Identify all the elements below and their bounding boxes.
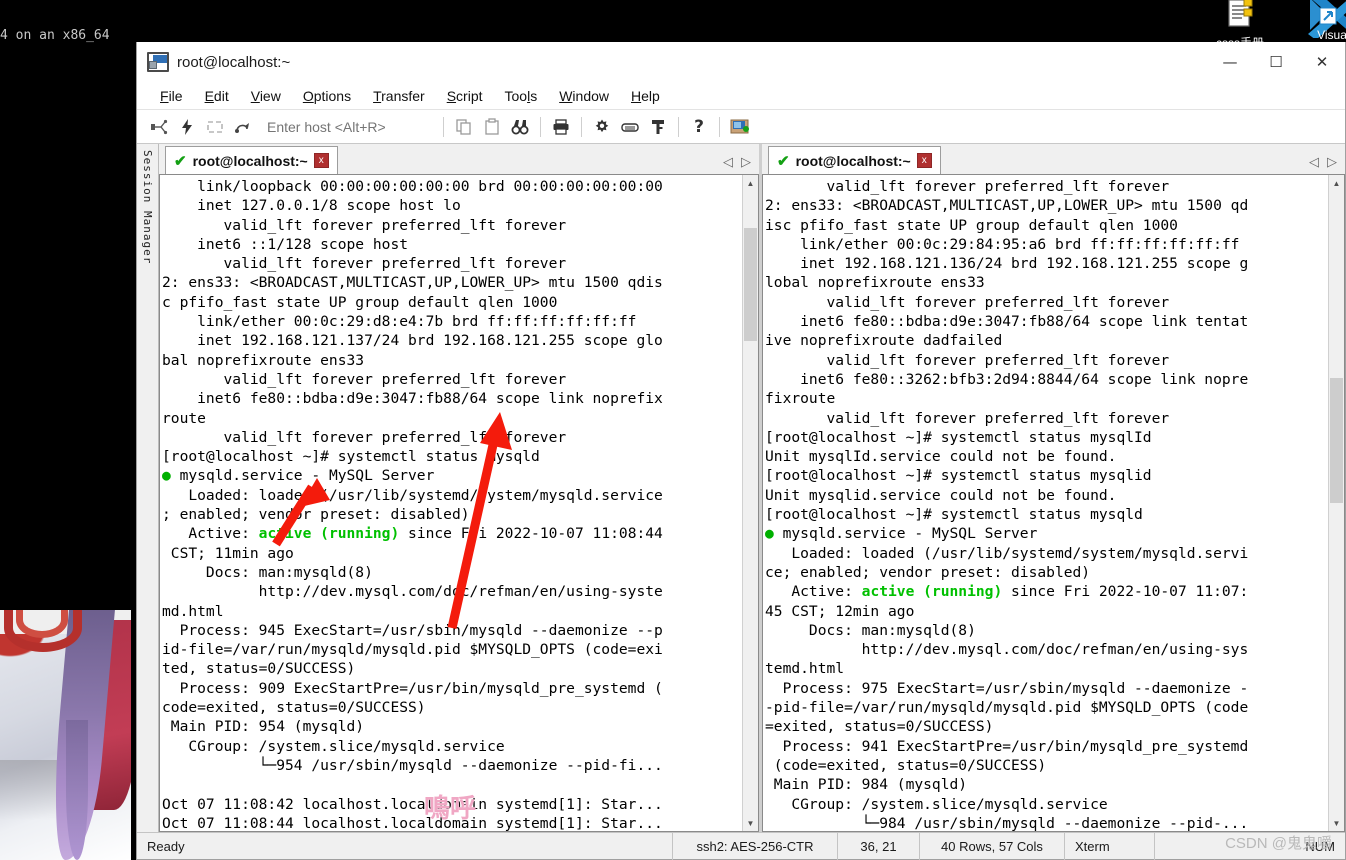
scroll-track[interactable] [743, 191, 758, 815]
minimize-button[interactable]: — [1207, 42, 1253, 82]
session-manager-rail[interactable]: Session Manager [137, 144, 159, 832]
menu-script[interactable]: Script [436, 85, 494, 107]
key-icon[interactable] [645, 114, 671, 140]
tab-label: root@localhost:~ [192, 152, 308, 169]
connect-icon[interactable] [146, 114, 172, 140]
tab-next-icon[interactable]: ▷ [741, 154, 751, 170]
close-button[interactable]: ✕ [1299, 42, 1345, 82]
terminal-wrap-right: valid_lft forever preferred_lft forever 2… [762, 174, 1345, 832]
menu-window[interactable]: Window [548, 85, 620, 107]
settings-icon[interactable] [589, 114, 615, 140]
menu-tools[interactable]: Tools [494, 85, 549, 107]
terminal-pane-right: ✔ root@localhost:~ x ◁ ▷ valid_lft forev… [759, 144, 1345, 832]
scroll-up-icon[interactable]: ▲ [743, 175, 758, 191]
session-options-icon[interactable] [727, 114, 753, 140]
menu-file[interactable]: FFileile [149, 85, 194, 107]
terminal-output-left[interactable]: link/loopback 00:00:00:00:00:00 brd 00:0… [160, 175, 742, 831]
menu-edit[interactable]: Edit [194, 85, 240, 107]
quick-connect-icon[interactable] [174, 114, 200, 140]
csdn-watermark: CSDN @鬼鬼嚼 [1225, 835, 1332, 852]
terminal-panes: ✔ root@localhost:~ x ◁ ▷ link/loopback 0… [159, 144, 1345, 832]
tab-root-localhost-right[interactable]: ✔ root@localhost:~ x [768, 146, 941, 174]
desktop-wallpaper-image [0, 610, 131, 860]
tabstrip-right: ✔ root@localhost:~ x ◁ ▷ [762, 144, 1345, 174]
status-cursor-position: 36, 21 [837, 832, 919, 860]
status-ready: Ready [147, 838, 185, 854]
scroll-down-icon[interactable]: ▼ [1329, 815, 1344, 831]
tab-label: root@localhost:~ [795, 152, 911, 169]
status-protocol: ssh2: AES-256-CTR [672, 832, 837, 860]
securecrt-window: root@localhost:~ — ☐ ✕ FFileile Edit Vie… [136, 42, 1346, 860]
document-icon [1206, 0, 1274, 38]
securecrt-icon [147, 52, 169, 72]
scroll-thumb[interactable] [744, 228, 757, 341]
tab-prev-icon[interactable]: ◁ [723, 154, 733, 170]
scroll-thumb[interactable] [1330, 378, 1343, 503]
green-check-icon: ✔ [777, 152, 790, 170]
tab-root-localhost-left[interactable]: ✔ root@localhost:~ x [165, 146, 338, 174]
window-title: root@localhost:~ [177, 53, 291, 71]
background-terminal-text: 4 on an x86_64 [0, 28, 110, 43]
session-manager-label: Session Manager [141, 150, 154, 265]
keymap-icon[interactable] [617, 114, 643, 140]
find-icon[interactable] [507, 114, 533, 140]
tab-close-icon[interactable]: x [313, 153, 329, 168]
tab-next-icon[interactable]: ▷ [1327, 154, 1337, 170]
paste-icon[interactable] [479, 114, 505, 140]
tab-nav-left: ◁ ▷ [723, 154, 759, 174]
scrollbar-left[interactable]: ▲ ▼ [742, 175, 758, 831]
green-check-icon: ✔ [174, 152, 187, 170]
status-emulation: Xterm [1064, 832, 1154, 860]
terminal-pane-left: ✔ root@localhost:~ x ◁ ▷ link/loopback 0… [159, 144, 759, 832]
maximize-button[interactable]: ☐ [1253, 42, 1299, 82]
menu-help[interactable]: Help [620, 85, 671, 107]
window-controls: — ☐ ✕ [1207, 42, 1345, 82]
print-icon[interactable] [548, 114, 574, 140]
wallpaper-watermark: 鳴呼 [424, 794, 477, 824]
scroll-track[interactable] [1329, 191, 1344, 815]
terminal-output-right[interactable]: valid_lft forever preferred_lft forever 2… [763, 175, 1328, 831]
host-input[interactable] [257, 117, 437, 136]
copy-icon[interactable] [451, 114, 477, 140]
scroll-up-icon[interactable]: ▲ [1329, 175, 1344, 191]
window-titlebar[interactable]: root@localhost:~ — ☐ ✕ [137, 42, 1345, 82]
reconnect-icon[interactable] [202, 114, 228, 140]
scrollbar-right[interactable]: ▲ ▼ [1328, 175, 1344, 831]
tab-close-icon[interactable]: x [916, 153, 932, 168]
tab-nav-right: ◁ ▷ [1309, 154, 1345, 174]
menu-view[interactable]: View [240, 85, 292, 107]
disconnect-icon[interactable] [230, 114, 256, 140]
menu-transfer[interactable]: Transfer [362, 85, 436, 107]
scroll-down-icon[interactable]: ▼ [743, 815, 758, 831]
menu-bar: FFileile Edit View Options Transfer Scri… [137, 82, 1345, 110]
help-icon[interactable]: ? [686, 114, 712, 140]
toolbar: ? [137, 110, 1345, 144]
status-dimensions: 40 Rows, 57 Cols [919, 832, 1064, 860]
status-bar: Ready ssh2: AES-256-CTR 36, 21 40 Rows, … [137, 832, 1345, 860]
window-body: Session Manager ✔ root@localhost:~ x ◁ ▷ [137, 144, 1345, 832]
menu-options[interactable]: Options [292, 85, 362, 107]
tabstrip-left: ✔ root@localhost:~ x ◁ ▷ [159, 144, 759, 174]
desktop-icon-visual-studio[interactable]: Visua [1298, 0, 1346, 42]
terminal-wrap-left: link/loopback 00:00:00:00:00:00 brd 00:0… [159, 174, 759, 832]
tab-prev-icon[interactable]: ◁ [1309, 154, 1319, 170]
